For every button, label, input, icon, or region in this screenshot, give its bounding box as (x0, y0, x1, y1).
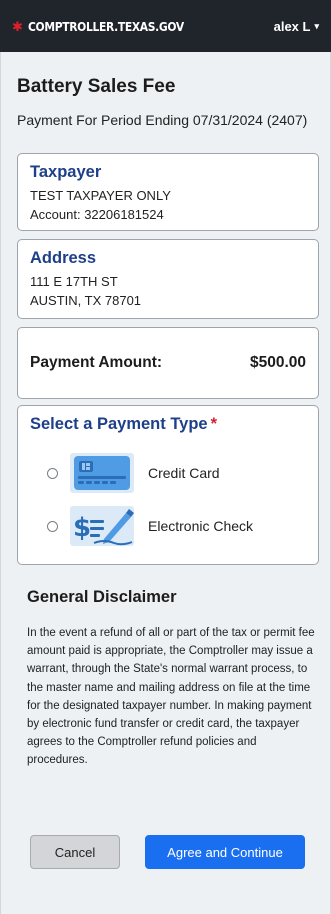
taxpayer-heading: Taxpayer (30, 163, 102, 181)
page-title: Battery Sales Fee (17, 76, 176, 97)
payment-amount-card: Payment Amount: $500.00 (17, 327, 319, 399)
address-card: Address 111 E 17TH ST AUSTIN, TX 78701 (17, 239, 319, 319)
user-name: alex L (273, 18, 311, 34)
agree-and-continue-button[interactable]: Agree and Continue (145, 835, 305, 869)
address-line-1: 111 E 17TH ST (30, 274, 118, 289)
credit-card-radio[interactable] (47, 467, 58, 479)
electronic-check-radio[interactable] (47, 520, 58, 532)
disclaimer-text: In the event a refund of all or part of … (27, 627, 315, 767)
address-heading: Address (30, 249, 97, 267)
site-logo-link[interactable]: ✱ COMPTROLLER.TEXAS.GOV (12, 19, 209, 34)
payment-option-electronic-check[interactable]: $ Electronic Check (30, 506, 253, 546)
period-subtitle: Payment For Period Ending 07/31/2024 (24… (17, 112, 308, 128)
electronic-check-icon: $ (70, 506, 134, 546)
site-brand-name: COMPTROLLER.TEXAS.GOV (27, 18, 184, 34)
credit-card-label: Credit Card (148, 465, 220, 481)
address-line-2: AUSTIN, TX 78701 (30, 293, 142, 308)
disclaimer-heading: General Disclaimer (27, 588, 177, 606)
payment-amount-value: $500.00 (249, 354, 306, 371)
payment-type-heading: Select a Payment Type * (30, 415, 306, 434)
star-icon: ✱ (12, 18, 23, 34)
payment-type-card: Select a Payment Type * Credit Card $ El… (17, 405, 319, 565)
cancel-button[interactable]: Cancel (30, 835, 120, 869)
credit-card-icon (70, 453, 134, 493)
payment-type-heading-text: Select a Payment Type (30, 415, 208, 433)
top-nav-bar: ✱ COMPTROLLER.TEXAS.GOV alex L ▾ (0, 0, 331, 52)
taxpayer-account: Account: 32206181524 (30, 207, 164, 222)
taxpayer-card: Taxpayer TEST TAXPAYER ONLY Account: 322… (17, 153, 319, 231)
payment-amount-label: Payment Amount: (30, 354, 163, 371)
chevron-down-icon: ▾ (314, 20, 319, 31)
user-menu-button[interactable]: alex L ▾ (274, 19, 319, 34)
taxpayer-name: TEST TAXPAYER ONLY (30, 188, 171, 203)
svg-text:$: $ (73, 513, 91, 543)
electronic-check-label: Electronic Check (148, 518, 254, 534)
payment-option-credit-card[interactable]: Credit Card (30, 453, 220, 493)
required-marker: * (210, 415, 218, 433)
